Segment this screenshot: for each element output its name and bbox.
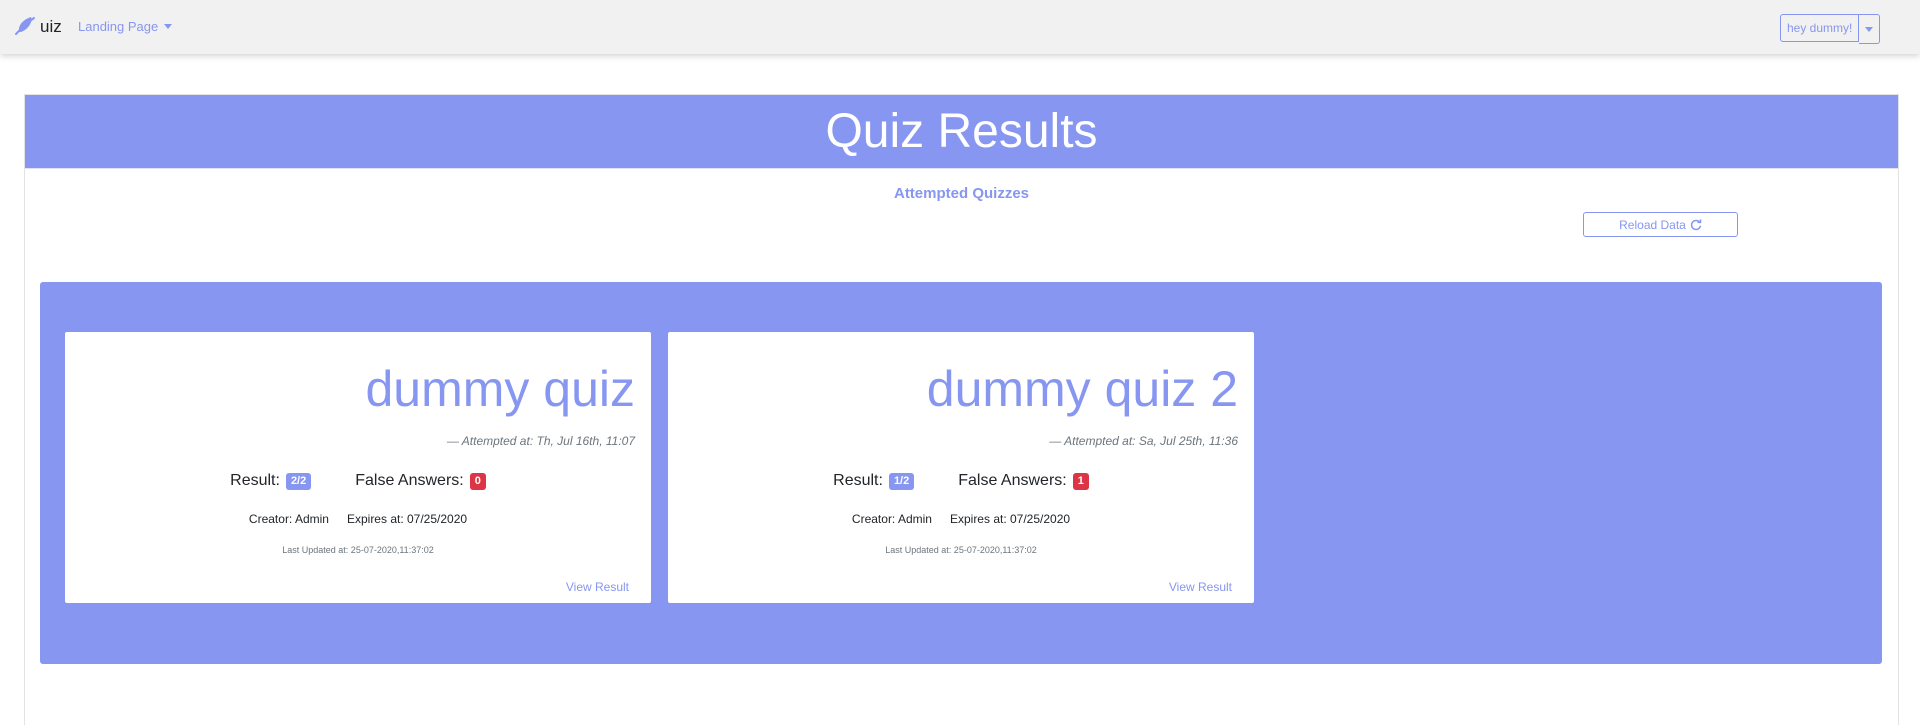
view-result-link[interactable]: View Result <box>1169 580 1232 594</box>
result-stat: Result: 2/2 <box>230 472 312 490</box>
false-answers-stat: False Answers: 0 <box>355 472 486 490</box>
last-updated-text: Last Updated at: 25-07-2020,11:37:02 <box>885 545 1037 555</box>
last-updated-text: Last Updated at: 25-07-2020,11:37:02 <box>282 545 434 555</box>
expires-text: Expires at: 07/25/2020 <box>346 512 468 526</box>
user-button[interactable]: hey dummy! <box>1780 14 1860 42</box>
result-row: Result: 1/2 False Answers: 1 <box>668 472 1254 490</box>
quiz-cards-area: dummy quiz — Attempted at: Th, Jul 16th,… <box>40 282 1882 664</box>
section-heading: Attempted Quizzes <box>893 185 1029 202</box>
landing-page-label: Landing Page <box>78 19 159 34</box>
quiz-title: dummy quiz <box>365 361 635 417</box>
expires-text: Expires at: 07/25/2020 <box>949 512 1071 526</box>
brand-text: uiz <box>40 17 62 36</box>
quiz-card: dummy quiz 2 — Attempted at: Sa, Jul 25t… <box>668 332 1254 603</box>
page-title: Quiz Results <box>25 95 1898 169</box>
quiz-title: dummy quiz 2 <box>926 361 1238 417</box>
reload-label: Reload Data <box>1619 217 1686 232</box>
result-row: Result: 2/2 False Answers: 0 <box>65 472 651 490</box>
feather-icon <box>15 17 35 35</box>
result-label: Result: <box>833 472 883 489</box>
result-badge: 2/2 <box>285 472 312 490</box>
user-dropdown-toggle[interactable] <box>1859 14 1881 44</box>
meta-row: Creator: Admin Expires at: 07/25/2020 <box>65 512 651 526</box>
creator-text: Creator: Admin <box>851 512 932 526</box>
brand-logo[interactable]: uiz <box>13 15 62 39</box>
refresh-icon <box>1690 218 1702 230</box>
false-answers-label: False Answers: <box>355 472 464 489</box>
top-navbar: uiz Landing Page hey dummy! <box>0 0 1920 54</box>
chevron-down-icon <box>164 24 173 29</box>
creator-text: Creator: Admin <box>248 512 329 526</box>
result-label: Result: <box>230 472 280 489</box>
false-answers-badge: 1 <box>1072 472 1089 490</box>
landing-page-dropdown[interactable]: Landing Page <box>78 19 173 34</box>
meta-row: Creator: Admin Expires at: 07/25/2020 <box>668 512 1254 526</box>
main-container: Quiz Results Attempted Quizzes Reload Da… <box>24 94 1899 725</box>
result-badge: 1/2 <box>888 472 915 490</box>
user-menu: hey dummy! <box>1780 14 1881 44</box>
attempted-time: — Attempted at: Th, Jul 16th, 11:07 <box>446 434 635 448</box>
false-answers-badge: 0 <box>469 472 486 490</box>
false-answers-label: False Answers: <box>958 472 1067 489</box>
attempted-time: — Attempted at: Sa, Jul 25th, 11:36 <box>1049 434 1238 448</box>
false-answers-stat: False Answers: 1 <box>958 472 1089 490</box>
view-result-link[interactable]: View Result <box>566 580 629 594</box>
reload-data-button[interactable]: Reload Data <box>1583 212 1738 237</box>
chevron-down-icon <box>1865 26 1874 32</box>
quiz-card: dummy quiz — Attempted at: Th, Jul 16th,… <box>65 332 651 603</box>
result-stat: Result: 1/2 <box>833 472 915 490</box>
